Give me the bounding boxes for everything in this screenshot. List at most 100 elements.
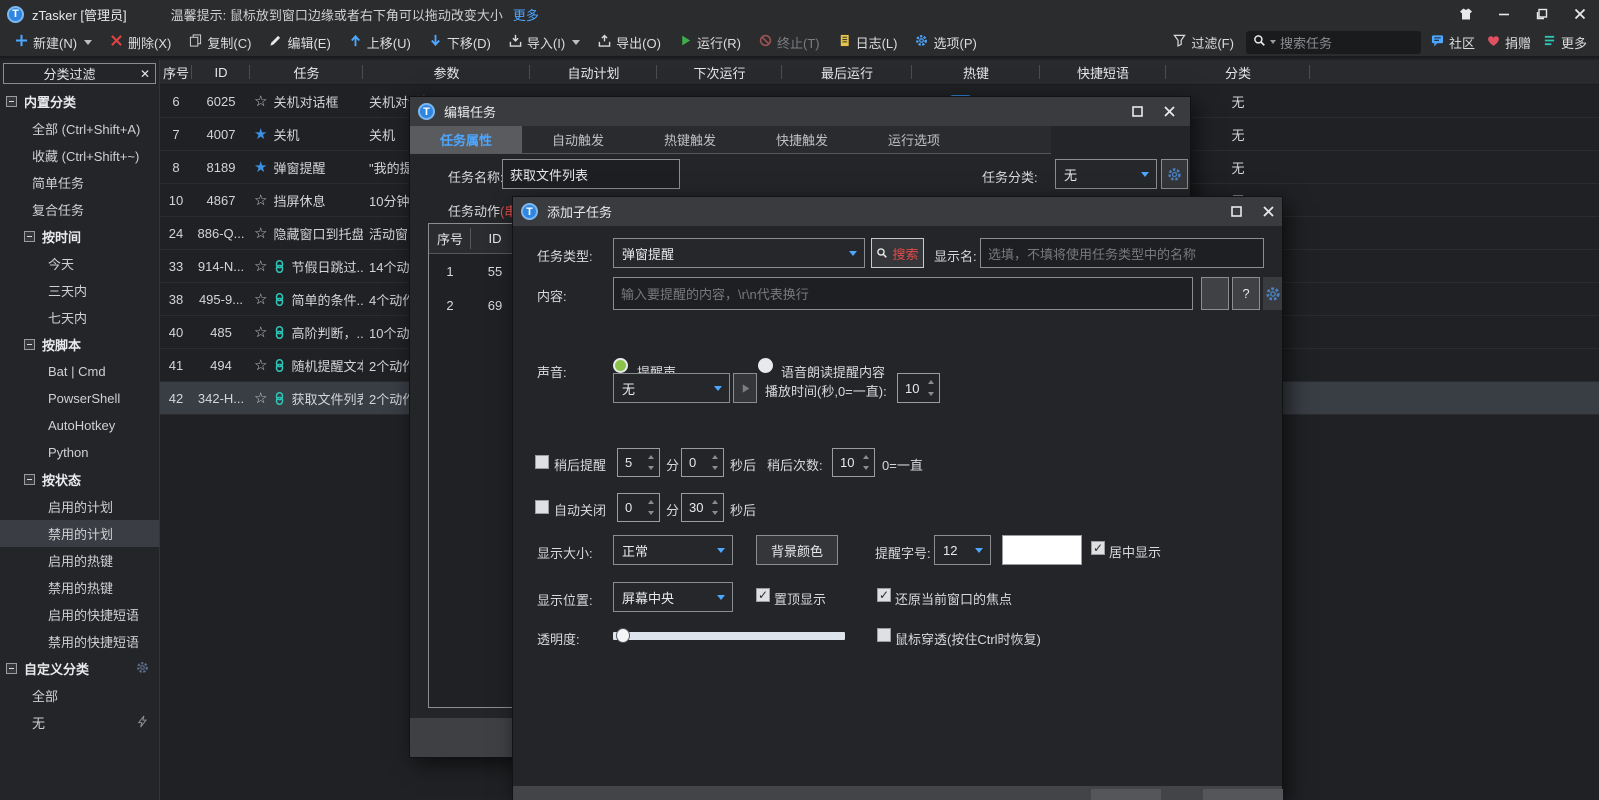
edit-dialog-maximize-button[interactable] <box>1126 102 1148 121</box>
category-gear-button[interactable] <box>1161 159 1188 189</box>
sidebar-item-三天内[interactable]: 三天内 <box>0 277 159 304</box>
collapse-icon[interactable] <box>6 663 17 674</box>
sidebar-item-今天[interactable]: 今天 <box>0 250 159 277</box>
toolbar-edit-button[interactable]: 编辑(E) <box>260 28 339 56</box>
favorite-star-filled-icon[interactable]: ★ <box>254 158 267 176</box>
mouse-through-checkbox[interactable] <box>877 628 891 642</box>
collapse-icon[interactable] <box>24 339 35 350</box>
sidebar-item-Python[interactable]: Python <box>0 439 159 466</box>
sidebar-item-收藏-Ctrl-Shift-[interactable]: 收藏 (Ctrl+Shift+~) <box>0 142 159 169</box>
sidebar-item-AutoHotkey[interactable]: AutoHotkey <box>0 412 159 439</box>
display-name-input[interactable]: 选填，不填将使用任务类型中的名称 <box>980 238 1264 268</box>
sidebar-item-禁用的计划[interactable]: 禁用的计划 <box>0 520 159 547</box>
tab-热键触发[interactable]: 热键触发 <box>634 126 746 153</box>
bg-color-button[interactable]: 背景颜色 <box>756 535 838 565</box>
subtask-dialog-close-button[interactable] <box>1257 202 1279 221</box>
content-gear-button[interactable] <box>1263 277 1282 310</box>
sidebar-item-启用的热键[interactable]: 启用的热键 <box>0 547 159 574</box>
sidebar-item-按时间[interactable]: 按时间 <box>0 223 159 250</box>
toolbar-move-up-button[interactable]: 上移(U) <box>340 28 420 56</box>
column-header-序号[interactable]: 序号 <box>160 60 192 84</box>
manage-categories-gear-icon[interactable] <box>136 661 149 677</box>
tip-more-link[interactable]: 更多 <box>513 5 539 24</box>
sidebar-item-自定义分类[interactable]: 自定义分类 <box>0 655 159 682</box>
favorite-star-icon[interactable]: ☆ <box>254 92 267 110</box>
font-color-swatch[interactable] <box>1002 535 1082 565</box>
content-input[interactable]: 输入要提醒的内容，\r\n代表换行 <box>613 277 1193 310</box>
later-sec-spinner[interactable]: 0 <box>681 448 724 477</box>
sidebar-item-全部-Ctrl-Shift-A-[interactable]: 全部 (Ctrl+Shift+A) <box>0 115 159 142</box>
column-header-ID[interactable]: ID <box>192 60 250 84</box>
sound-beep-radio[interactable] <box>613 358 628 373</box>
favorite-star-icon[interactable]: ☆ <box>254 191 267 209</box>
footer-button[interactable] <box>1091 789 1161 800</box>
theme-icon[interactable] <box>1447 0 1485 28</box>
toolbar-delete-button[interactable]: 删除(X) <box>101 28 180 56</box>
toolbar-more-button[interactable]: 更多 <box>1537 33 1593 52</box>
favorite-star-filled-icon[interactable]: ★ <box>254 125 267 143</box>
footer-button[interactable] <box>1203 789 1283 800</box>
later-count-spinner[interactable]: 10 <box>832 448 875 477</box>
auto-close-checkbox[interactable] <box>535 500 549 514</box>
favorite-star-icon[interactable]: ☆ <box>254 257 267 275</box>
autoclose-sec-spinner[interactable]: 30 <box>681 493 724 522</box>
center-display-checkbox[interactable]: ✓ <box>1091 541 1105 555</box>
favorite-star-icon[interactable]: ☆ <box>254 323 267 341</box>
play-time-spinner[interactable]: 10 <box>897 373 940 403</box>
column-header-分类[interactable]: 分类 <box>1166 60 1310 84</box>
search-input[interactable]: 搜索任务 <box>1246 31 1421 54</box>
column-header-快捷短语[interactable]: 快捷短语 <box>1040 60 1166 84</box>
favorite-star-icon[interactable]: ☆ <box>254 224 267 242</box>
favorite-star-icon[interactable]: ☆ <box>254 389 267 407</box>
task-name-input[interactable]: 获取文件列表 <box>502 159 680 189</box>
sidebar-item-内置分类[interactable]: 内置分类 <box>0 88 159 115</box>
column-header-任务[interactable]: 任务 <box>250 60 363 84</box>
toolbar-options-button[interactable]: 选项(P) <box>906 28 985 56</box>
toolbar-stop-button[interactable]: 终止(T) <box>750 28 829 56</box>
font-size-dropdown[interactable]: 12 <box>934 535 991 565</box>
collapse-icon[interactable] <box>24 231 35 242</box>
toolbar-copy-button[interactable]: 复制(C) <box>180 28 260 56</box>
toolbar-import-button[interactable]: 导入(I) <box>500 28 589 56</box>
favorite-star-icon[interactable]: ☆ <box>254 356 267 374</box>
tab-运行选项[interactable]: 运行选项 <box>858 126 970 153</box>
sidebar-item-禁用的快捷短语[interactable]: 禁用的快捷短语 <box>0 628 159 655</box>
sidebar-item-无[interactable]: 无 <box>0 709 159 736</box>
sidebar-item-启用的快捷短语[interactable]: 启用的快捷短语 <box>0 601 159 628</box>
task-category-dropdown[interactable]: 无 <box>1055 159 1157 189</box>
sidebar-item-七天内[interactable]: 七天内 <box>0 304 159 331</box>
topmost-checkbox[interactable]: ✓ <box>756 588 770 602</box>
collapse-icon[interactable] <box>24 474 35 485</box>
toolbar-donate-button[interactable]: 捐赠 <box>1481 33 1537 52</box>
edit-dialog-close-button[interactable] <box>1158 102 1180 121</box>
toolbar-run-button[interactable]: 运行(R) <box>670 28 750 56</box>
favorite-star-icon[interactable]: ☆ <box>254 290 267 308</box>
sidebar-item-Bat-Cmd[interactable]: Bat | Cmd <box>0 358 159 385</box>
column-header-下次运行[interactable]: 下次运行 <box>657 60 782 84</box>
maximize-button[interactable] <box>1523 0 1561 28</box>
sidebar-item-全部[interactable]: 全部 <box>0 682 159 709</box>
opacity-slider-thumb[interactable] <box>616 628 630 643</box>
later-min-spinner[interactable]: 5 <box>617 448 660 477</box>
sidebar-item-按脚本[interactable]: 按脚本 <box>0 331 159 358</box>
sidebar-item-启用的计划[interactable]: 启用的计划 <box>0 493 159 520</box>
sidebar-item-PowserShell[interactable]: PowserShell <box>0 385 159 412</box>
toolbar-log-button[interactable]: 日志(L) <box>829 28 907 56</box>
display-size-dropdown[interactable]: 正常 <box>613 535 733 565</box>
sound-tts-radio[interactable] <box>758 358 773 373</box>
search-type-button[interactable]: 搜索 <box>871 238 924 268</box>
toolbar-new-button[interactable]: 新建(N) <box>6 28 101 56</box>
toolbar-community-button[interactable]: 社区 <box>1425 33 1481 52</box>
opacity-slider[interactable] <box>613 632 845 640</box>
filter-button[interactable]: 过滤(F) <box>1165 33 1242 52</box>
collapse-icon[interactable] <box>6 96 17 107</box>
column-header-热键[interactable]: 热键 <box>912 60 1040 84</box>
restore-focus-checkbox[interactable]: ✓ <box>877 588 891 602</box>
content-help-button[interactable]: ? <box>1232 277 1260 310</box>
content-extra-button[interactable] <box>1201 277 1229 310</box>
subtask-dialog-maximize-button[interactable] <box>1225 202 1247 221</box>
tab-任务属性[interactable]: 任务属性 <box>410 126 522 153</box>
sidebar-item-简单任务[interactable]: 简单任务 <box>0 169 159 196</box>
actions-column-ID[interactable]: ID <box>471 224 519 253</box>
play-sound-button[interactable] <box>733 373 757 403</box>
